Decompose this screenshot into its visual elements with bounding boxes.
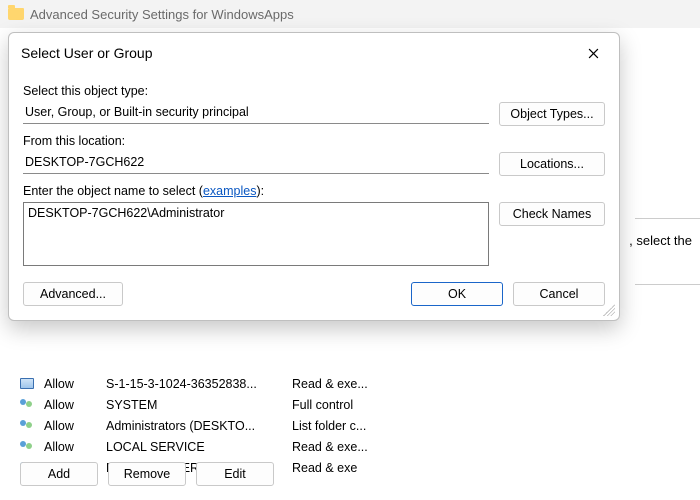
- examples-link[interactable]: examples: [203, 184, 257, 198]
- perm-type: Allow: [44, 377, 106, 391]
- table-row[interactable]: Allow S-1-15-3-1024-36352838... Read & e…: [20, 373, 680, 394]
- perm-principal: Administrators (DESKTO...: [106, 419, 292, 433]
- group-icon: [20, 441, 44, 453]
- object-name-input[interactable]: [23, 202, 489, 266]
- resize-grip-icon[interactable]: [603, 304, 615, 316]
- package-icon: [20, 378, 44, 389]
- dialog-titlebar: Select User or Group: [9, 33, 619, 70]
- group-icon: [20, 399, 44, 411]
- check-names-button[interactable]: Check Names: [499, 202, 605, 226]
- location-field[interactable]: DESKTOP-7GCH622: [23, 152, 489, 174]
- close-icon: [588, 48, 599, 59]
- object-name-label-prefix: Enter the object name to select (: [23, 184, 203, 198]
- object-name-label-suffix: ):: [256, 184, 264, 198]
- perm-type: Allow: [44, 398, 106, 412]
- permission-buttons: Add Remove Edit: [20, 462, 274, 486]
- perm-principal: LOCAL SERVICE: [106, 440, 292, 454]
- owner-hint-fragment: , select the: [629, 233, 692, 248]
- perm-type: Allow: [44, 440, 106, 454]
- advanced-button[interactable]: Advanced...: [23, 282, 123, 306]
- divider: [635, 284, 700, 285]
- edit-button[interactable]: Edit: [196, 462, 274, 486]
- group-icon: [20, 420, 44, 432]
- perm-access: Full control: [292, 398, 680, 412]
- object-name-label: Enter the object name to select (example…: [23, 184, 605, 198]
- dialog-title: Select User or Group: [21, 45, 153, 61]
- add-button[interactable]: Add: [20, 462, 98, 486]
- select-user-or-group-dialog: Select User or Group Select this object …: [8, 32, 620, 321]
- object-types-button[interactable]: Object Types...: [499, 102, 605, 126]
- table-row[interactable]: Allow Administrators (DESKTO... List fol…: [20, 415, 680, 436]
- table-row[interactable]: Allow SYSTEM Full control: [20, 394, 680, 415]
- perm-access: Read & exe...: [292, 440, 680, 454]
- ok-button[interactable]: OK: [411, 282, 503, 306]
- remove-button[interactable]: Remove: [108, 462, 186, 486]
- perm-type: Allow: [44, 419, 106, 433]
- folder-icon: [8, 8, 24, 20]
- object-type-field[interactable]: User, Group, or Built-in security princi…: [23, 102, 489, 124]
- cancel-button[interactable]: Cancel: [513, 282, 605, 306]
- location-label: From this location:: [23, 134, 605, 148]
- perm-principal: SYSTEM: [106, 398, 292, 412]
- perm-principal: S-1-15-3-1024-36352838...: [106, 377, 292, 391]
- locations-button[interactable]: Locations...: [499, 152, 605, 176]
- parent-window-title: Advanced Security Settings for WindowsAp…: [30, 7, 294, 22]
- parent-titlebar: Advanced Security Settings for WindowsAp…: [0, 0, 700, 28]
- table-row[interactable]: Allow LOCAL SERVICE Read & exe...: [20, 436, 680, 457]
- divider: [635, 218, 700, 219]
- perm-access: Read & exe: [292, 461, 680, 475]
- perm-access: List folder c...: [292, 419, 680, 433]
- close-button[interactable]: [579, 42, 607, 64]
- perm-access: Read & exe...: [292, 377, 680, 391]
- object-type-label: Select this object type:: [23, 84, 605, 98]
